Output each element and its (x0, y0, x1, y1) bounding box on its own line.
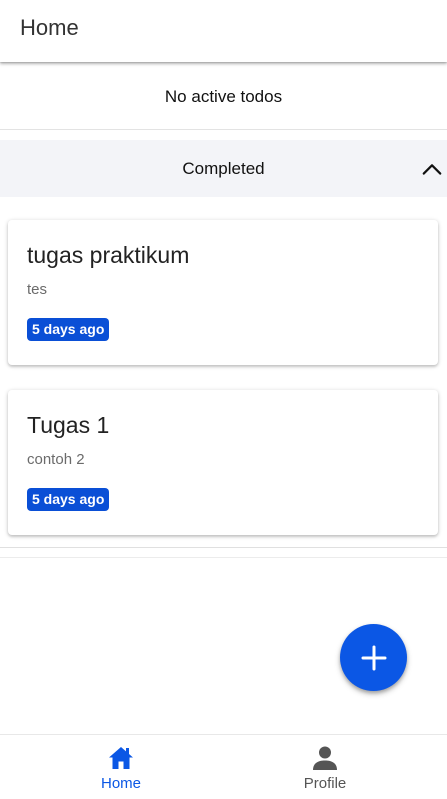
active-todos-section: No active todos (0, 64, 447, 130)
completed-label: Completed (182, 158, 265, 178)
todo-description: tes (27, 281, 48, 298)
list-divider (0, 547, 447, 548)
todo-card[interactable]: tugas praktikum tes 5 days ago (8, 220, 438, 365)
completed-section-header[interactable]: Completed (0, 140, 447, 197)
no-active-todos-text: No active todos (164, 86, 283, 106)
nav-item-profile[interactable]: Profile (225, 735, 425, 799)
bottom-navigation: Home Profile (0, 734, 447, 799)
todo-description: contoh 2 (27, 451, 85, 468)
nav-label-profile: Profile (303, 775, 347, 792)
nav-label-home: Home (100, 775, 141, 792)
chevron-up-icon[interactable] (421, 158, 443, 180)
list-divider (0, 557, 447, 558)
time-badge: 5 days ago (27, 488, 110, 511)
app-bar: Home (0, 0, 447, 62)
todo-title: tugas praktikum (27, 242, 190, 268)
time-badge: 5 days ago (27, 318, 110, 341)
page-title: Home (20, 15, 79, 40)
todo-card[interactable]: Tugas 1 contoh 2 5 days ago (8, 390, 438, 535)
home-icon (109, 747, 133, 769)
add-todo-button[interactable] (340, 624, 407, 691)
todo-title: Tugas 1 (27, 412, 110, 438)
plus-icon (361, 645, 386, 670)
nav-item-home[interactable]: Home (21, 735, 221, 799)
person-icon (313, 746, 337, 770)
